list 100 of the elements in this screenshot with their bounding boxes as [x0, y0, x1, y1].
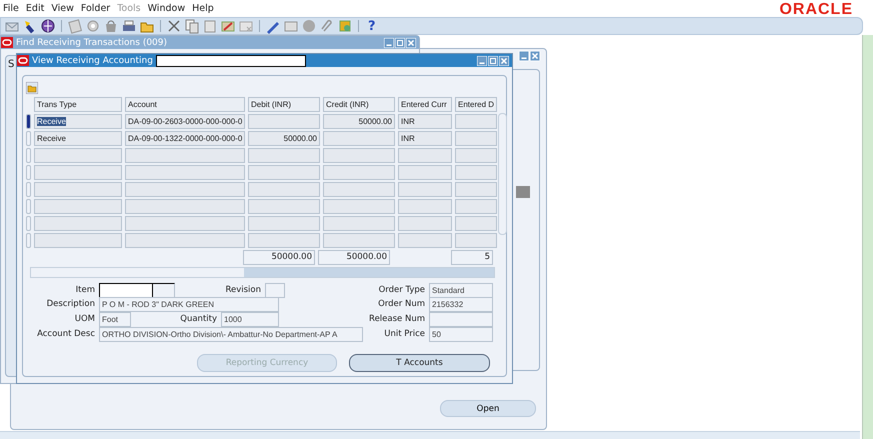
- gear-icon[interactable]: [85, 18, 101, 34]
- column-header[interactable]: Debit (INR): [248, 97, 320, 112]
- table-cell[interactable]: [34, 199, 122, 214]
- table-cell[interactable]: [455, 114, 497, 129]
- table-cell[interactable]: [34, 148, 122, 163]
- uom-field[interactable]: Foot: [99, 312, 131, 327]
- table-cell[interactable]: [398, 233, 452, 248]
- scrollbar[interactable]: [498, 113, 507, 235]
- table-cell[interactable]: [398, 216, 452, 231]
- close-button[interactable]: [499, 56, 509, 66]
- column-header[interactable]: Entered D: [455, 97, 497, 112]
- table-cell[interactable]: [248, 114, 320, 129]
- table-cell[interactable]: [398, 199, 452, 214]
- menu-item[interactable]: File: [3, 2, 19, 14]
- description-field[interactable]: P O M - ROD 3" DARK GREEN: [99, 297, 279, 312]
- unit-price-field[interactable]: 50: [429, 327, 493, 342]
- column-header[interactable]: Trans Type: [34, 97, 122, 112]
- printer-icon[interactable]: [121, 18, 137, 34]
- table-cell[interactable]: [248, 148, 320, 163]
- scissors-icon[interactable]: [166, 18, 182, 34]
- column-header[interactable]: Account: [125, 97, 245, 112]
- table-cell[interactable]: [248, 165, 320, 180]
- table-cell[interactable]: [455, 233, 497, 248]
- table-cell[interactable]: [455, 182, 497, 197]
- bag-icon[interactable]: [103, 18, 119, 34]
- table-cell[interactable]: 50000.00: [323, 114, 395, 129]
- table-cell[interactable]: [34, 165, 122, 180]
- table-cell[interactable]: [34, 233, 122, 248]
- open-button[interactable]: Open: [440, 400, 536, 417]
- minimize-button[interactable]: [477, 56, 487, 66]
- scrollbar[interactable]: [30, 267, 495, 278]
- table-cell[interactable]: [125, 148, 245, 163]
- puzzle-icon[interactable]: [337, 18, 353, 34]
- quantity-field[interactable]: 1000: [221, 312, 279, 327]
- table-cell[interactable]: Receive: [34, 114, 122, 129]
- folder-icon[interactable]: [26, 82, 38, 94]
- table-cell[interactable]: [323, 165, 395, 180]
- table-cell[interactable]: [34, 182, 122, 197]
- table-cell[interactable]: [323, 199, 395, 214]
- table-cell[interactable]: [248, 216, 320, 231]
- table-cell[interactable]: [248, 182, 320, 197]
- table-cell[interactable]: [125, 233, 245, 248]
- table-cell[interactable]: [34, 216, 122, 231]
- oracle-icon: [17, 55, 29, 66]
- table-cell[interactable]: [455, 131, 497, 146]
- maximize-button[interactable]: [395, 38, 405, 48]
- tab[interactable]: S: [6, 56, 16, 70]
- table-cell[interactable]: [398, 182, 452, 197]
- copy-icon[interactable]: [184, 18, 200, 34]
- table-cell[interactable]: INR: [398, 114, 452, 129]
- maximize-button[interactable]: [488, 56, 498, 66]
- table-cell[interactable]: [248, 233, 320, 248]
- table-cell[interactable]: [455, 148, 497, 163]
- globe-icon[interactable]: [40, 18, 56, 34]
- paste-icon[interactable]: [202, 18, 218, 34]
- help-icon[interactable]: ?: [368, 18, 376, 34]
- table-cell[interactable]: [323, 131, 395, 146]
- table-cell[interactable]: 50000.00: [248, 131, 320, 146]
- table-cell[interactable]: [323, 233, 395, 248]
- close-button[interactable]: [530, 51, 540, 61]
- table-cell[interactable]: DA-09-00-1322-0000-000-000-0: [125, 131, 245, 146]
- table-cell[interactable]: DA-09-00-2603-0000-000-000-0: [125, 114, 245, 129]
- account-desc-label: Account Desc: [36, 329, 95, 339]
- order-type-label: Order Type: [378, 285, 425, 295]
- t-accounts-button[interactable]: T Accounts: [349, 354, 490, 372]
- column-header[interactable]: Credit (INR): [323, 97, 395, 112]
- table-cell[interactable]: [323, 182, 395, 197]
- row-indicator[interactable]: [26, 114, 31, 129]
- table-cell[interactable]: [125, 165, 245, 180]
- menu-item[interactable]: View: [51, 2, 74, 14]
- table-cell[interactable]: [455, 216, 497, 231]
- table-cell[interactable]: [248, 199, 320, 214]
- table-cell[interactable]: [323, 216, 395, 231]
- window-title: View Receiving Accounting: [32, 56, 153, 66]
- table-cell[interactable]: [323, 148, 395, 163]
- scroll-thumb[interactable]: [516, 186, 530, 198]
- table-cell[interactable]: [398, 148, 452, 163]
- menu-item[interactable]: Help: [192, 2, 214, 14]
- order-type-field[interactable]: Standard: [429, 283, 493, 298]
- minimize-button[interactable]: [519, 51, 529, 61]
- account-desc-field[interactable]: ORTHO DIVISION-Ortho Division\- Ambattur-No Department-AP A: [99, 327, 363, 342]
- table-cell[interactable]: [455, 165, 497, 180]
- close-button[interactable]: [406, 38, 416, 48]
- table-cell[interactable]: [455, 199, 497, 214]
- ball-icon[interactable]: [301, 18, 317, 34]
- table-cell[interactable]: [125, 216, 245, 231]
- menu-item[interactable]: Folder: [80, 2, 110, 14]
- table-cell[interactable]: [125, 199, 245, 214]
- table-cell[interactable]: [125, 182, 245, 197]
- menu-item[interactable]: Window: [148, 2, 186, 14]
- table-cell[interactable]: INR: [398, 131, 452, 146]
- minimize-button[interactable]: [384, 38, 394, 48]
- column-header[interactable]: Entered Curr: [398, 97, 452, 112]
- item-field[interactable]: [99, 283, 175, 298]
- table-cell[interactable]: Receive: [34, 131, 122, 146]
- menu-item[interactable]: Edit: [26, 2, 44, 14]
- table-cell[interactable]: [398, 165, 452, 180]
- order-num-field[interactable]: 2156332: [429, 297, 493, 312]
- revision-field[interactable]: [265, 283, 285, 298]
- release-num-field[interactable]: [429, 312, 493, 327]
